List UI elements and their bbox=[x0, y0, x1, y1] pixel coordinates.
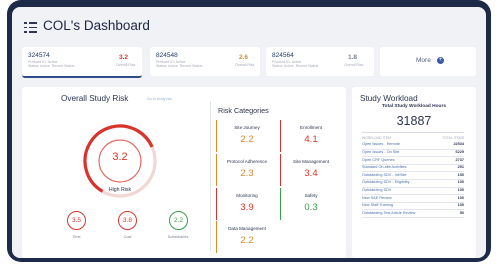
workload-item-value: 6229 bbox=[455, 149, 464, 154]
study-id: 324574 bbox=[28, 52, 50, 59]
study-subtitle: Protocol ID: Active Status: Active Recen… bbox=[28, 60, 75, 68]
section-divider bbox=[210, 101, 211, 251]
workload-item-value: 100 bbox=[457, 180, 464, 185]
workload-item-value: 150 bbox=[457, 172, 464, 177]
overall-risk-title: Overall Study Risk bbox=[61, 94, 129, 103]
risk-category-name: Safety bbox=[304, 193, 318, 198]
sub-risk-value: 3.8 bbox=[122, 217, 133, 224]
risk-category-value: 4.1 bbox=[304, 134, 318, 145]
sub-risk-label: Time bbox=[72, 235, 81, 239]
risk-category-card[interactable]: Site Journey 2.2 bbox=[216, 120, 277, 152]
more-label: More bbox=[416, 57, 431, 64]
sub-risk-circle: 3.5 bbox=[67, 211, 86, 230]
risk-category-name: Site Journey bbox=[234, 125, 260, 130]
study-id: 824548 bbox=[156, 52, 178, 59]
page-title: COL's Dashboard bbox=[43, 18, 150, 33]
study-overall-label: Overall Risk bbox=[116, 63, 136, 67]
menu-icon[interactable] bbox=[24, 22, 37, 33]
risk-category-value: 2.2 bbox=[240, 134, 254, 145]
study-score: 1.8 bbox=[348, 54, 358, 61]
sub-risk-label: Subsidiaries bbox=[167, 235, 189, 239]
risk-category-name: Protocol Adherence bbox=[226, 159, 268, 164]
study-id: 824564 bbox=[272, 52, 294, 59]
study-subtitle: Protocol ID: Active Status: Active Recen… bbox=[272, 60, 319, 68]
study-overall-label: Overall Risk bbox=[235, 63, 255, 67]
workload-column-header: TOTAL ITEMS bbox=[442, 136, 464, 140]
overall-risk-link[interactable]: Go to study risk bbox=[147, 97, 172, 101]
plus-circle-icon[interactable]: + bbox=[437, 57, 444, 64]
workload-item-label[interactable]: Open CRF Queries bbox=[362, 158, 395, 162]
sub-risk-value: 2.2 bbox=[173, 217, 184, 224]
workload-item-label[interactable]: Outstanding SDV bbox=[362, 188, 391, 192]
risk-category-name: Site Management bbox=[292, 159, 329, 164]
workload-total: 31887 bbox=[396, 114, 432, 128]
workload-item-label[interactable]: Open Issues - Remote bbox=[362, 142, 400, 146]
risk-category-card[interactable]: Enrollment 4.1 bbox=[280, 120, 341, 152]
device-frame: COL's Dashboard 324574 Protocol ID: Acti… bbox=[7, 0, 491, 262]
risk-category-name: Monitoring bbox=[236, 193, 258, 198]
sub-risk-circle: 3.8 bbox=[118, 211, 137, 230]
workload-divider bbox=[362, 132, 464, 133]
workload-item-label[interactable]: Open Issues - On Site bbox=[362, 150, 399, 154]
workload-item-value: 100 bbox=[457, 203, 464, 208]
risk-category-value: 2.2 bbox=[240, 235, 254, 246]
workload-item-label[interactable]: Standard On-site Activities bbox=[362, 165, 407, 169]
workload-item-value: 291 bbox=[457, 165, 464, 170]
study-card[interactable]: 324574 Protocol ID: Active Status: Activ… bbox=[22, 47, 142, 78]
workload-title: Study Workload bbox=[360, 94, 418, 103]
sub-risk-label: Cost bbox=[123, 235, 132, 239]
workload-row: Outstanding Test Article Review 50 bbox=[362, 209, 464, 218]
workload-card: Study Workload Total Study Workload Hour… bbox=[352, 87, 476, 258]
study-card[interactable]: 824564 Protocol ID: Active Status: Activ… bbox=[266, 47, 374, 76]
sub-risk-circle: 2.2 bbox=[169, 211, 188, 230]
risk-category-value: 3.4 bbox=[304, 168, 318, 179]
risk-category-card[interactable]: Safety 0.3 bbox=[280, 188, 341, 220]
dashboard-screen: COL's Dashboard 324574 Protocol ID: Acti… bbox=[12, 7, 486, 258]
overall-risk-score: 3.2 bbox=[112, 151, 128, 163]
workload-item-value: 50 bbox=[459, 210, 464, 215]
study-subtitle: Protocol ID: Active Status: Active Recen… bbox=[156, 60, 203, 68]
risk-category-name: Data Management bbox=[228, 226, 266, 231]
risk-category-name: Enrollment bbox=[300, 125, 322, 130]
risk-category-card[interactable]: Site Management 3.4 bbox=[280, 154, 341, 186]
sub-risk-value: 3.5 bbox=[71, 217, 82, 224]
study-score: 3.2 bbox=[119, 54, 129, 61]
risk-category-value: 2.3 bbox=[240, 168, 254, 179]
workload-item-value: 22534 bbox=[453, 142, 464, 147]
workload-item-value: 2737 bbox=[455, 157, 464, 162]
risk-category-card[interactable]: Data Management 2.2 bbox=[216, 221, 277, 253]
workload-item-label[interactable]: New Staff Training bbox=[362, 203, 393, 207]
study-score: 2.6 bbox=[239, 54, 249, 61]
workload-item-label[interactable]: New SAE Review bbox=[362, 196, 392, 200]
workload-item-label[interactable]: Outstanding SDV - Int/Site bbox=[362, 173, 407, 177]
workload-item-label[interactable]: Outstanding SDV - Eligibility bbox=[362, 180, 409, 184]
study-card[interactable]: 824548 Protocol ID: Active Status: Activ… bbox=[150, 47, 260, 76]
workload-item-label[interactable]: Outstanding Test Article Review bbox=[362, 211, 415, 215]
workload-column-header: WORKLOAD ITEM bbox=[362, 136, 391, 140]
more-card[interactable]: More + bbox=[380, 47, 476, 76]
risk-category-value: 3.9 bbox=[240, 202, 254, 213]
risk-category-card[interactable]: Monitoring 3.9 bbox=[216, 188, 277, 220]
overall-risk-status: High Risk bbox=[108, 187, 132, 193]
study-overall-label: Overall Risk bbox=[344, 63, 364, 67]
workload-item-value: 100 bbox=[457, 195, 464, 200]
risk-category-value: 0.3 bbox=[304, 202, 318, 213]
workload-item-value: 100 bbox=[457, 187, 464, 192]
risk-categories-title: Risk Categories bbox=[218, 106, 269, 115]
risk-category-card[interactable]: Protocol Adherence 2.3 bbox=[216, 154, 277, 186]
workload-heading: Total Study Workload Hours bbox=[381, 104, 447, 109]
risk-card: Overall Study Risk Go to study risk 3.2 … bbox=[22, 87, 346, 258]
